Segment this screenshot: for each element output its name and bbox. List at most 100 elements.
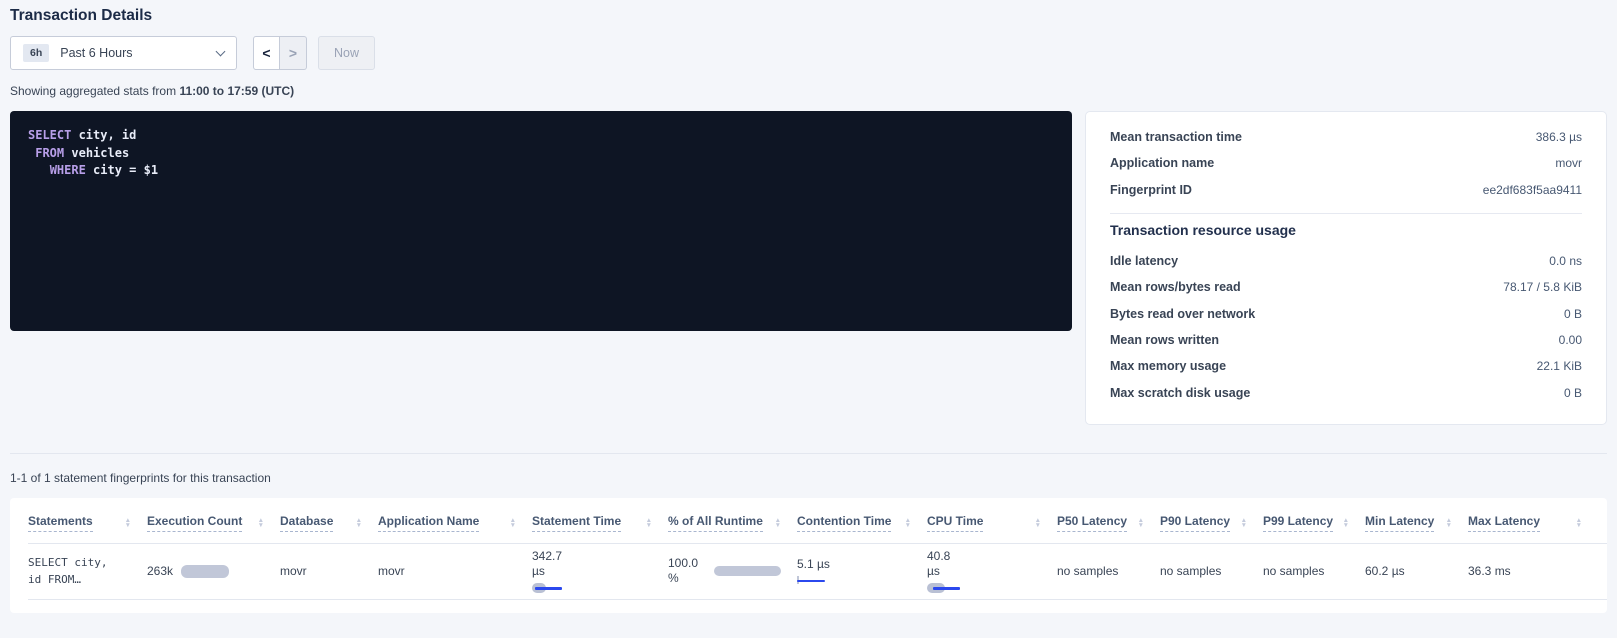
cell-application-name: movr xyxy=(378,564,532,578)
cell-p90-latency: no samples xyxy=(1160,564,1263,578)
summary-value: 78.17 / 5.8 KiB xyxy=(1503,280,1582,294)
execution-count-value: 263k xyxy=(147,564,173,578)
time-range-badge: 6h xyxy=(23,44,49,62)
contention-time-bar xyxy=(797,576,829,586)
sql-line: WHERE city = $1 xyxy=(28,162,1054,180)
summary-value: movr xyxy=(1555,156,1582,170)
summary-divider xyxy=(1110,213,1582,214)
cell-min-latency: 60.2 µs xyxy=(1365,564,1468,578)
cell-max-latency: 36.3 ms xyxy=(1468,564,1598,578)
column-header-p90-latency[interactable]: P90 Latency▲▼ xyxy=(1160,514,1263,532)
sort-icon[interactable]: ▲▼ xyxy=(1241,518,1247,528)
sql-line: SELECT city, id xyxy=(28,127,1054,145)
column-header-application-name[interactable]: Application Name▲▼ xyxy=(378,514,532,532)
sql-text: city, id xyxy=(71,128,136,142)
time-range-label: Past 6 Hours xyxy=(60,46,132,60)
sql-line: FROM vehicles xyxy=(28,145,1054,163)
time-pager: < > xyxy=(253,36,307,70)
sort-icon[interactable]: ▲▼ xyxy=(356,518,362,528)
column-header-database[interactable]: Database▲▼ xyxy=(280,514,378,532)
sort-icon[interactable]: ▲▼ xyxy=(510,518,516,528)
stats-range: 11:00 to 17:59 (UTC) xyxy=(179,84,294,98)
summary-row-fingerprint-id: Fingerprint ID ee2df683f5aa9411 xyxy=(1110,177,1582,203)
column-header-p50-latency[interactable]: P50 Latency▲▼ xyxy=(1057,514,1160,532)
cell-contention-time: 5.1 µs xyxy=(797,557,927,586)
sql-text: vehicles xyxy=(64,146,129,160)
cpu-time-value: 40.8 µs xyxy=(927,549,965,579)
transaction-summary-panel: Mean transaction time 386.3 µs Applicati… xyxy=(1085,111,1607,425)
sort-icon[interactable]: ▲▼ xyxy=(125,518,131,528)
column-header-p99-latency[interactable]: P99 Latency▲▼ xyxy=(1263,514,1365,532)
sort-icon[interactable]: ▲▼ xyxy=(1446,518,1452,528)
column-header-execution-count[interactable]: Execution Count▲▼ xyxy=(147,514,280,532)
summary-label: Bytes read over network xyxy=(1110,307,1255,321)
summary-label: Application name xyxy=(1110,156,1214,170)
summary-row-max-scratch-disk-usage: Max scratch disk usage 0 B xyxy=(1110,379,1582,405)
summary-value: ee2df683f5aa9411 xyxy=(1483,183,1582,197)
column-header-cpu-time[interactable]: CPU Time▲▼ xyxy=(927,514,1057,532)
sort-icon[interactable]: ▲▼ xyxy=(1035,518,1041,528)
summary-value: 386.3 µs xyxy=(1536,130,1582,144)
column-header-contention-time[interactable]: Contention Time▲▼ xyxy=(797,514,927,532)
summary-label: Mean rows written xyxy=(1110,333,1219,347)
statement-time-value: 342.7 µs xyxy=(532,549,574,579)
summary-label: Max scratch disk usage xyxy=(1110,386,1250,400)
summary-value: 0.00 xyxy=(1559,333,1582,347)
summary-row-application-name: Application name movr xyxy=(1110,150,1582,176)
column-header-min-latency[interactable]: Min Latency▲▼ xyxy=(1365,514,1468,532)
column-header-max-latency[interactable]: Max Latency▲▼ xyxy=(1468,514,1598,532)
summary-label: Max memory usage xyxy=(1110,359,1226,373)
sort-icon[interactable]: ▲▼ xyxy=(1576,518,1582,528)
sort-icon[interactable]: ▲▼ xyxy=(646,518,652,528)
cell-execution-count: 263k xyxy=(147,564,280,578)
column-header-pct-of-all-runtime[interactable]: % of All Runtime▲▼ xyxy=(668,514,797,532)
time-range-dropdown[interactable]: 6h Past 6 Hours xyxy=(10,36,237,70)
cell-database: movr xyxy=(280,564,378,578)
sort-icon[interactable]: ▲▼ xyxy=(905,518,911,528)
cpu-time-bar xyxy=(927,583,959,593)
table-row: SELECT city,id FROM… 263k movr movr 342.… xyxy=(28,543,1607,600)
statement-time-bar xyxy=(532,583,564,593)
summary-value: 22.1 KiB xyxy=(1537,359,1582,373)
sql-keyword: WHERE xyxy=(50,163,86,177)
sort-icon[interactable]: ▲▼ xyxy=(1343,518,1349,528)
table-header-row: Statements▲▼ Execution Count▲▼ Database▲… xyxy=(28,514,1607,543)
statements-table: Statements▲▼ Execution Count▲▼ Database▲… xyxy=(10,498,1607,613)
sort-icon[interactable]: ▲▼ xyxy=(1138,518,1144,528)
summary-label: Mean rows/bytes read xyxy=(1110,280,1241,294)
prev-time-button[interactable]: < xyxy=(253,36,280,70)
summary-row-mean-rows-written: Mean rows written 0.00 xyxy=(1110,327,1582,353)
sql-keyword: FROM xyxy=(35,146,64,160)
cell-pct-of-all-runtime: 100.0 % xyxy=(668,556,797,586)
cell-statement-time: 342.7 µs xyxy=(532,549,668,593)
summary-label: Fingerprint ID xyxy=(1110,183,1192,197)
summary-row-max-memory-usage: Max memory usage 22.1 KiB xyxy=(1110,353,1582,379)
column-header-statements[interactable]: Statements▲▼ xyxy=(28,514,147,532)
stats-prefix: Showing aggregated stats from xyxy=(10,84,179,98)
chevron-down-icon xyxy=(216,46,226,56)
now-button[interactable]: Now xyxy=(318,36,375,70)
page-title: Transaction Details xyxy=(10,0,1607,25)
summary-value: 0 B xyxy=(1564,386,1582,400)
cell-statements[interactable]: SELECT city,id FROM… xyxy=(28,554,147,588)
cell-cpu-time: 40.8 µs xyxy=(927,549,1057,593)
resource-usage-heading: Transaction resource usage xyxy=(1110,222,1582,238)
pct-runtime-bar xyxy=(714,566,781,576)
sort-icon[interactable]: ▲▼ xyxy=(775,518,781,528)
execution-count-bar xyxy=(181,565,229,578)
main-content: SELECT city, id FROM vehicles WHERE city… xyxy=(10,111,1607,425)
summary-value: 0 B xyxy=(1564,307,1582,321)
sort-icon[interactable]: ▲▼ xyxy=(258,518,264,528)
summary-row-idle-latency: Idle latency 0.0 ns xyxy=(1110,248,1582,274)
summary-row-bytes-read-over-network: Bytes read over network 0 B xyxy=(1110,300,1582,326)
time-controls: 6h Past 6 Hours < > Now xyxy=(10,36,1607,70)
column-header-statement-time[interactable]: Statement Time▲▼ xyxy=(532,514,668,532)
next-time-button[interactable]: > xyxy=(280,36,307,70)
summary-row-mean-transaction-time: Mean transaction time 386.3 µs xyxy=(1110,124,1582,150)
aggregated-stats-line: Showing aggregated stats from 11:00 to 1… xyxy=(10,84,1607,98)
contention-time-value: 5.1 µs xyxy=(797,557,857,572)
fingerprints-count-line: 1-1 of 1 statement fingerprints for this… xyxy=(10,471,1607,485)
statement-link[interactable]: SELECT city,id FROM… xyxy=(28,554,131,588)
sql-text: city = $1 xyxy=(86,163,158,177)
cell-p99-latency: no samples xyxy=(1263,564,1365,578)
